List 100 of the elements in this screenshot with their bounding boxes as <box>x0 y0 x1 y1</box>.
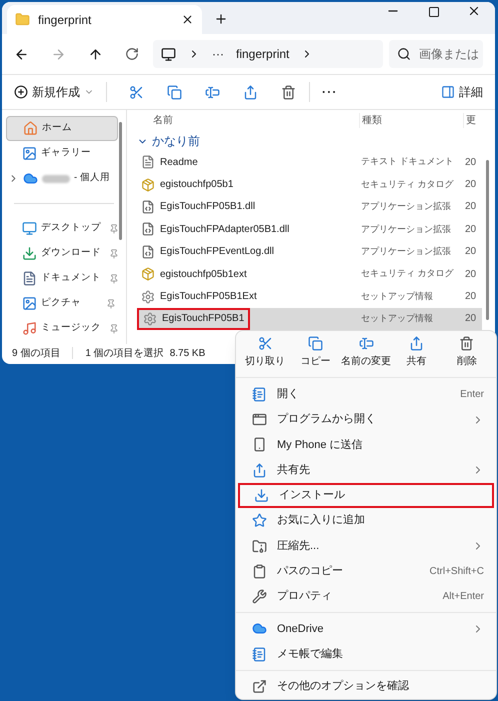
refresh-icon[interactable] <box>125 47 139 61</box>
details-icon <box>441 85 455 99</box>
pin-icon <box>106 298 116 308</box>
plus-icon <box>14 85 28 99</box>
file-size: 8.75 KB <box>170 346 206 360</box>
file-row[interactable]: EgisTouchFP05B1.dll アプリケーション拡張 20 <box>137 196 482 218</box>
download-icon <box>22 246 37 261</box>
menu-item[interactable]: メモ帳で編集 <box>238 641 494 667</box>
external-icon <box>252 678 267 694</box>
menu-item[interactable]: 開く Enter <box>238 382 494 407</box>
up-icon[interactable] <box>88 46 103 62</box>
address-bar[interactable]: ··· fingerprint <box>153 40 383 68</box>
music-icon <box>22 321 37 336</box>
copy-icon <box>166 84 182 100</box>
file-name: EgisTouchFPEventLog.dll <box>160 245 274 260</box>
menu-action-button[interactable]: 名前の変更 <box>340 333 392 373</box>
shortcut-text: Enter <box>460 388 484 402</box>
menu-item[interactable]: OneDrive <box>238 616 494 642</box>
file-row[interactable]: EgisTouchFPAdapter05B1.dll アプリケーション拡張 20 <box>137 218 482 241</box>
menu-item[interactable]: お気に入りに追加 <box>238 508 494 534</box>
new-button[interactable]: 新規作成 <box>14 83 94 101</box>
sidebar-item[interactable]: ギャラリー <box>6 141 118 166</box>
breadcrumb-ellipsis[interactable]: ··· <box>212 45 224 63</box>
menu-action-button[interactable]: 切り取り <box>240 333 290 373</box>
file-date: 20 <box>464 290 476 304</box>
file-row[interactable]: EgisTouchFP05B1Ext セットアップ情報 20 <box>137 285 482 308</box>
share-icon <box>408 336 424 352</box>
menu-item[interactable]: My Phone に送信 <box>238 432 494 458</box>
more-button[interactable]: ··· <box>322 83 338 101</box>
sidebar-item[interactable]: ミュージック <box>6 316 118 341</box>
menu-item[interactable]: その他のオプションを確認 <box>238 674 494 700</box>
delete-icon <box>459 336 474 352</box>
file-name: EgisTouchFP05B1.dll <box>160 200 256 214</box>
picture-icon <box>22 296 37 311</box>
maximize-icon[interactable] <box>428 6 440 18</box>
close-icon[interactable] <box>467 4 481 18</box>
file-row[interactable]: EgisTouchFPEventLog.dll アプリケーション拡張 20 <box>137 240 482 263</box>
file-name: Readme <box>160 156 198 170</box>
file-name: EgisTouchFPAdapter05B1.dll <box>160 222 290 237</box>
share-icon <box>242 84 258 100</box>
file-date: 20 <box>464 200 476 214</box>
file-date: 20 <box>464 156 476 170</box>
sidebar-item[interactable]: ピクチャ <box>6 291 118 316</box>
item-count: 9 個の項目 <box>12 346 60 360</box>
column-header[interactable]: 名前 <box>137 113 359 128</box>
file-row[interactable]: EgisTouchFP05B1 セットアップ情報 20 <box>137 308 482 330</box>
file-row[interactable]: egistouchfp05b1ext セキュリティ カタログ 20 <box>137 262 482 286</box>
menu-item[interactable]: 共有先 <box>238 457 494 483</box>
cut-icon <box>258 336 273 352</box>
file-name: egistouchfp05b1ext <box>160 268 247 282</box>
file-name: EgisTouchFP05B1Ext <box>160 290 257 304</box>
new-tab-icon[interactable] <box>214 12 228 26</box>
wrench-icon <box>252 589 267 604</box>
dll-file-icon <box>141 200 155 214</box>
cut-icon <box>128 84 144 100</box>
menu-action-button[interactable]: コピー <box>290 333 341 373</box>
file-date: 20 <box>464 312 476 326</box>
copy-icon <box>308 336 324 352</box>
selection-info: 1 個の項目を選択 <box>85 346 164 360</box>
shortcut-text: Ctrl+Shift+C <box>430 564 484 579</box>
file-row[interactable]: egistouchfp05b1 セキュリティ カタログ 20 <box>137 173 482 196</box>
sidebar-item[interactable]: ドキュメント <box>6 266 118 291</box>
sidebar-item[interactable]: ホーム <box>6 116 118 141</box>
download-icon <box>254 488 269 503</box>
menu-item[interactable]: インストール <box>238 482 494 508</box>
file-type: セキュリティ カタログ <box>361 267 454 280</box>
menu-item[interactable]: プロパティ Alt+Enter <box>238 584 494 610</box>
shortcut-text: Alt+Enter <box>442 590 484 604</box>
menu-item[interactable]: 圧縮先... <box>238 533 494 559</box>
window-tab[interactable]: fingerprint <box>7 5 202 34</box>
dll-file-icon <box>141 244 155 259</box>
menu-item[interactable]: パスのコピー Ctrl+Shift+C <box>238 558 494 584</box>
file-date: 20 <box>464 178 476 192</box>
star-icon <box>252 513 267 528</box>
group-header[interactable]: かなり前 <box>152 132 200 150</box>
delete-icon <box>280 84 296 100</box>
pin-icon <box>109 248 119 258</box>
image-icon <box>22 146 37 161</box>
file-type: アプリケーション拡張 <box>361 200 451 214</box>
breadcrumb-folder[interactable]: fingerprint <box>236 45 290 63</box>
file-type: アプリケーション拡張 <box>361 245 451 258</box>
sidebar-item[interactable]: デスクトップ <box>6 216 118 241</box>
search-field[interactable]: 画像または <box>389 40 483 68</box>
file-row[interactable]: Readme テキスト ドキュメント 20 <box>137 151 482 174</box>
archive-icon <box>252 538 267 554</box>
back-icon[interactable] <box>14 46 29 62</box>
column-header[interactable]: 更 <box>463 113 476 128</box>
pin-icon <box>109 324 119 334</box>
details-button[interactable]: 詳細 <box>441 83 483 101</box>
sidebar-item[interactable]: ダウンロード <box>6 241 118 266</box>
close-tab-icon[interactable] <box>181 13 194 26</box>
menu-action-button[interactable]: 削除 <box>442 333 492 373</box>
notepad-icon <box>252 646 267 662</box>
sidebar-item[interactable]: - 個人用 <box>6 166 118 191</box>
home-icon <box>23 121 38 136</box>
setup-file-icon <box>143 312 157 326</box>
column-header[interactable]: 種類 <box>359 113 463 128</box>
menu-item[interactable]: プログラムから開く <box>238 406 494 432</box>
rename-icon <box>358 336 374 352</box>
menu-action-button[interactable]: 共有 <box>391 333 442 373</box>
